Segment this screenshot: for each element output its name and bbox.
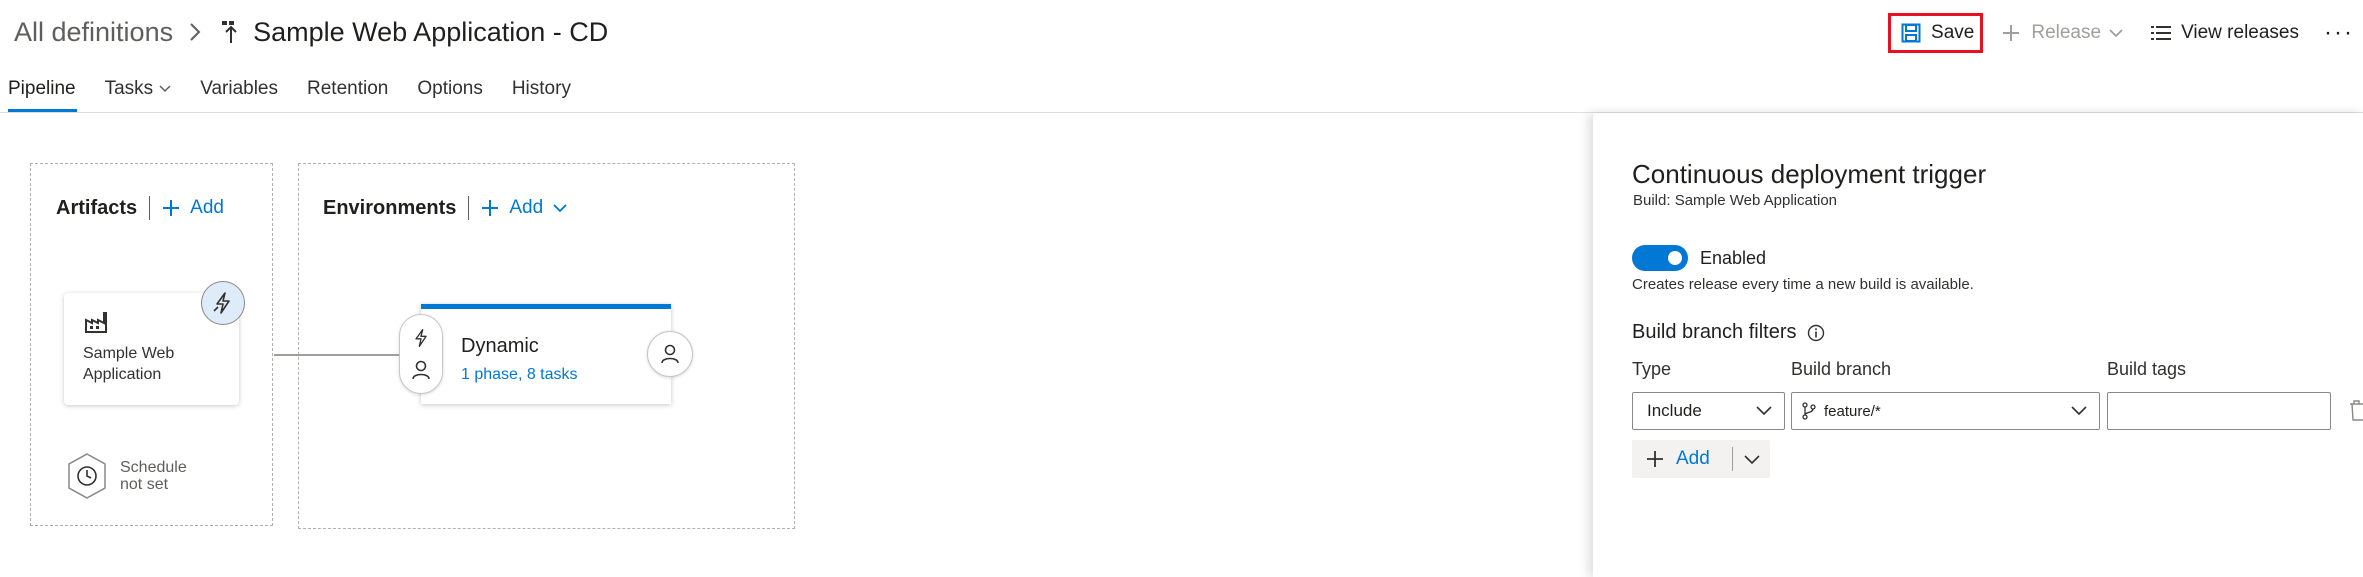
column-build-branch: Build branch [1791,359,1892,379]
toggle-description: Creates release every time a new build i… [1632,276,1974,293]
tab-label: Retention [307,78,389,99]
pipeline-connector [274,354,399,356]
divider [149,196,151,220]
tab-label: Options [417,78,483,99]
chevron-down-icon [2109,28,2123,38]
add-environment-label: Add [509,197,544,218]
chevron-down-icon [1743,453,1760,465]
divider [468,196,470,220]
chevron-down-icon [159,85,171,93]
enabled-toggle-row: Enabled [1632,245,1766,271]
continuous-deployment-trigger-button[interactable] [201,281,245,325]
branch-icon [1802,402,1816,420]
add-filter-split-button: Add [1632,440,1770,478]
plus-icon [1646,450,1664,468]
column-type: Type [1632,359,1672,379]
release-button[interactable]: Release [1991,14,2131,52]
artifacts-heading: Artifacts [56,196,138,219]
toolbar: Save Release View releases ··· [1888,13,2363,53]
schedule-line-1: Schedule [120,459,187,476]
environments-heading: Environments [323,196,457,219]
list-icon [2149,21,2173,45]
pre-deployment-conditions[interactable] [399,314,443,394]
schedule-line-2: not set [120,476,169,493]
breadcrumb-all-definitions[interactable]: All definitions [14,17,173,48]
person-icon [661,344,679,364]
toggle-label: Enabled [1700,247,1767,268]
environment-summary-link[interactable]: 1 phase, 8 tasks [461,366,578,384]
add-artifact-label: Add [190,197,224,218]
tab-label: Pipeline [8,78,76,99]
environments-header: Environments Add [323,196,567,220]
column-build-tags: Build tags [2107,359,2187,379]
tab-options[interactable]: Options [408,66,491,112]
add-artifact-button[interactable]: Add [162,197,224,219]
release-label: Release [2031,22,2102,43]
lightning-icon [211,291,235,315]
save-label: Save [1931,22,1975,43]
add-filter-dropdown[interactable] [1733,453,1770,465]
chevron-right-icon [181,14,209,50]
schedule-trigger[interactable]: Schedule not set [66,452,187,500]
artifacts-header: Artifacts Add [56,196,224,220]
tab-retention[interactable]: Retention [298,66,397,112]
post-deployment-approvals[interactable] [647,331,693,377]
chevron-down-icon [553,203,567,213]
panel-subtitle: Build: Sample Web Application [1633,192,1838,209]
plus-icon [162,199,180,217]
build-artifact-icon [84,311,108,333]
tab-label: Variables [200,78,278,99]
view-releases-button[interactable]: View releases [2141,14,2307,52]
tab-tasks[interactable]: Tasks [96,66,181,112]
tab-variables[interactable]: Variables [191,66,287,112]
view-releases-label: View releases [2181,22,2299,43]
chevron-down-icon [1756,404,1772,416]
page-title: Sample Web Application - CD [253,16,609,47]
build-branch-select[interactable]: feature/* [1791,392,2100,430]
schedule-clock-icon [66,452,108,500]
plus-icon [481,199,499,217]
info-icon[interactable] [1807,324,1825,342]
build-branch-value: feature/* [1824,402,1881,420]
person-icon [412,360,430,380]
plus-icon [1999,21,2023,45]
more-actions-button[interactable]: ··· [2315,14,2363,52]
build-branch-filters-heading: Build branch filters [1632,321,1825,344]
save-button[interactable]: Save [1888,13,1984,53]
header: All definitions Sample Web Application -… [0,0,2363,62]
lightning-icon [411,328,431,348]
artifact-name: Sample Web Application [83,345,175,383]
add-filter-button[interactable]: Add [1632,448,1732,470]
release-definition-icon [217,14,245,50]
filters-title: Build branch filters [1632,321,1797,343]
build-tags-input[interactable] [2107,392,2331,430]
tab-history[interactable]: History [503,66,580,112]
type-select[interactable]: Include [1632,392,1785,430]
schedule-text: Schedule not set [120,459,187,493]
chevron-down-icon [2071,404,2087,416]
tab-label: History [511,78,571,99]
save-icon [1899,21,1923,45]
enabled-toggle[interactable] [1632,245,1688,271]
delete-icon[interactable] [2349,399,2363,421]
environment-card[interactable]: Dynamic 1 phase, 8 tasks [421,304,671,404]
tab-bar: Pipeline Tasks Variables Retention Optio… [0,66,591,112]
cd-trigger-panel: Continuous deployment trigger Build: Sam… [1593,113,2363,577]
type-value: Include [1647,401,1702,420]
tab-label: Tasks [104,78,154,99]
tab-pipeline[interactable]: Pipeline [0,66,85,112]
add-environment-button[interactable]: Add [481,197,567,219]
breadcrumb: All definitions Sample Web Application -… [14,14,608,50]
environment-name: Dynamic [461,335,539,357]
add-filter-label: Add [1676,448,1710,469]
panel-title: Continuous deployment trigger [1632,159,1987,189]
